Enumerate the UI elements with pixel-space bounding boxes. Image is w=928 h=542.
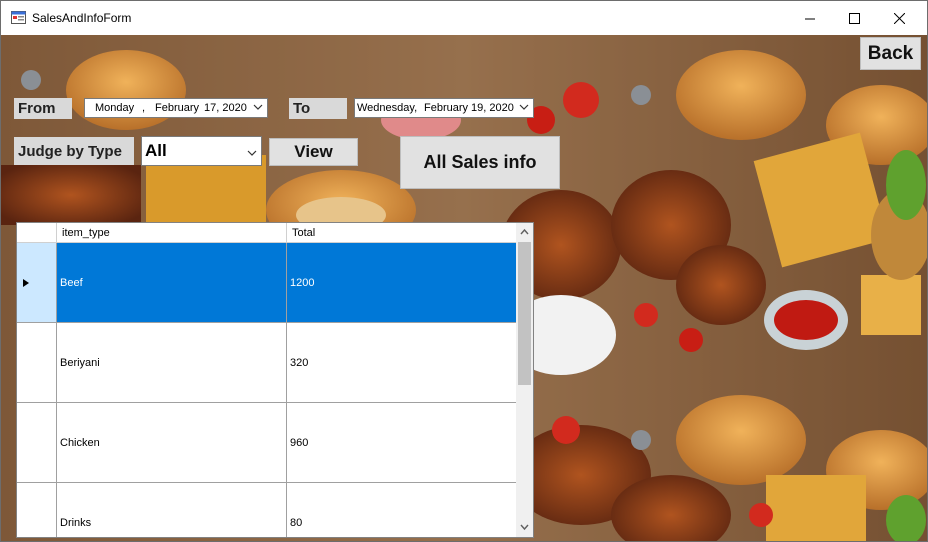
scroll-down-arrow-icon[interactable] — [520, 524, 529, 531]
maximize-icon — [848, 12, 860, 24]
chevron-down-icon[interactable] — [253, 102, 263, 112]
cell-item-type[interactable]: Chicken — [57, 403, 287, 483]
title-bar[interactable]: SalesAndInfoForm — [1, 1, 927, 35]
row-header[interactable] — [17, 243, 57, 323]
to-date-picker[interactable]: Wednesday, February 19, 2020 — [354, 98, 534, 118]
sales-and-info-form-window: SalesAndInfoForm Back From Monday , Febr… — [0, 0, 928, 542]
from-label: From — [14, 98, 72, 119]
grid-corner-header[interactable] — [17, 223, 57, 243]
to-date-date: 19, 2020 — [471, 102, 514, 114]
type-combo-box[interactable]: All — [141, 136, 262, 166]
from-date-separator: , — [142, 102, 146, 114]
maximize-button[interactable] — [831, 1, 877, 35]
window-title: SalesAndInfoForm — [32, 11, 132, 25]
minimize-button[interactable] — [787, 1, 833, 35]
to-label: To — [289, 98, 347, 119]
type-combo-value: All — [145, 141, 167, 160]
cell-total[interactable]: 320 — [287, 323, 517, 403]
chevron-down-icon[interactable] — [247, 148, 257, 158]
close-button[interactable] — [876, 1, 922, 35]
from-date-day: Monday — [95, 102, 135, 114]
scrollbar-thumb[interactable] — [518, 242, 531, 385]
from-date-month: February — [155, 102, 200, 114]
row-header[interactable] — [17, 403, 57, 483]
current-row-arrow-icon — [23, 279, 29, 287]
view-button[interactable]: View — [269, 138, 358, 166]
back-button[interactable]: Back — [860, 37, 921, 70]
chevron-down-icon[interactable] — [519, 102, 529, 112]
row-header[interactable] — [17, 323, 57, 403]
to-date-day: Wednesday, — [357, 102, 418, 114]
cell-item-type[interactable]: Drinks — [57, 483, 287, 537]
app-form-icon — [11, 11, 26, 24]
form-client-area: Back From Monday , February 17, 2020 To … — [1, 35, 927, 541]
cell-total[interactable]: 960 — [287, 403, 517, 483]
minimize-icon — [804, 18, 815, 19]
close-icon — [893, 12, 905, 24]
from-date-picker[interactable]: Monday , February 17, 2020 — [84, 98, 268, 118]
from-date-date: 17, 2020 — [204, 102, 247, 114]
scroll-up-arrow-icon[interactable] — [520, 228, 529, 235]
row-header[interactable] — [17, 483, 57, 537]
cell-item-type[interactable]: Beriyani — [57, 323, 287, 403]
cell-item-type[interactable]: Beef — [57, 243, 287, 323]
cell-total[interactable]: 80 — [287, 483, 517, 537]
column-header-item-type[interactable]: item_type — [57, 223, 287, 243]
vertical-scrollbar[interactable] — [516, 223, 533, 537]
all-sales-info-button[interactable]: All Sales info — [400, 136, 560, 189]
judge-by-type-label: Judge by Type — [14, 137, 134, 165]
cell-total[interactable]: 1200 — [287, 243, 517, 323]
column-header-total[interactable]: Total — [287, 223, 517, 243]
to-date-month: February — [424, 102, 469, 114]
sales-data-grid[interactable]: item_type Total Beef 1200 Beriyani 320 C… — [16, 222, 534, 538]
